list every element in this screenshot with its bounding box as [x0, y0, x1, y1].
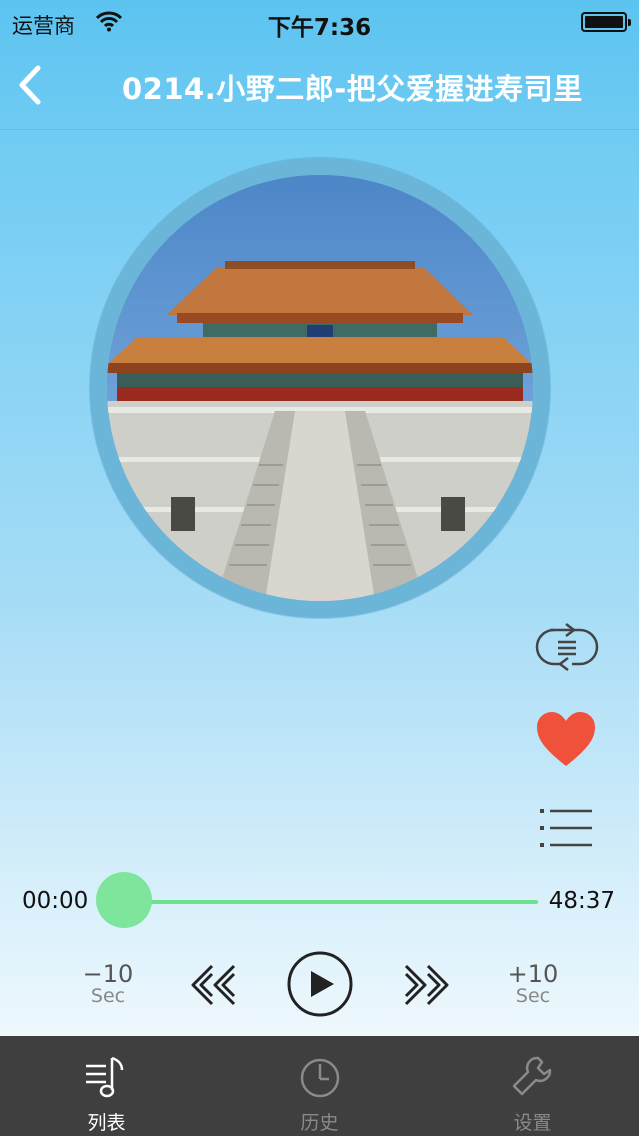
- fast-forward-button[interactable]: [400, 962, 452, 1008]
- clock-icon: [300, 1058, 340, 1098]
- total-time: 48:37: [548, 888, 615, 914]
- album-art-disc: [90, 158, 550, 618]
- repeat-mode-button[interactable]: [534, 622, 600, 672]
- music-list-icon: [86, 1056, 124, 1098]
- progress-track[interactable]: [124, 900, 538, 904]
- progress-thumb[interactable]: [96, 872, 152, 928]
- skip-forward-unit: Sec: [515, 985, 551, 1007]
- tab-history-label: 历史: [300, 1112, 339, 1134]
- status-time: 下午7:36: [267, 15, 372, 41]
- battery-icon: [581, 12, 631, 32]
- album-art-image: [107, 175, 533, 601]
- status-bar: 运营商 下午7:36: [0, 0, 639, 42]
- skip-back-unit: Sec: [90, 985, 126, 1007]
- rewind-button[interactable]: [188, 962, 240, 1008]
- current-time: 00:00: [22, 888, 89, 914]
- nav-bar: 0214.小野二郎-把父爱握进寿司里: [0, 42, 639, 130]
- episode-title: 0214.小野二郎-把父爱握进寿司里: [122, 72, 583, 106]
- playlist-button[interactable]: [536, 804, 594, 852]
- tab-settings[interactable]: 设置: [426, 1036, 639, 1136]
- play-button[interactable]: [286, 950, 354, 1018]
- skip-back-amount: −10: [82, 960, 134, 988]
- skip-forward-amount: +10: [507, 960, 559, 988]
- tab-history[interactable]: 历史: [213, 1036, 426, 1136]
- wrench-icon: [512, 1056, 552, 1096]
- skip-forward-10-button[interactable]: +10 Sec: [503, 962, 563, 1006]
- back-button[interactable]: [10, 60, 50, 110]
- tab-bar: 列表 历史 设置: [0, 1036, 639, 1136]
- palace-illustration: [107, 175, 533, 601]
- favorite-heart-button[interactable]: [535, 710, 597, 768]
- skip-back-10-button[interactable]: −10 Sec: [78, 962, 138, 1006]
- tab-settings-label: 设置: [513, 1112, 552, 1134]
- tab-list-label: 列表: [87, 1112, 126, 1134]
- tab-list[interactable]: 列表: [0, 1036, 213, 1136]
